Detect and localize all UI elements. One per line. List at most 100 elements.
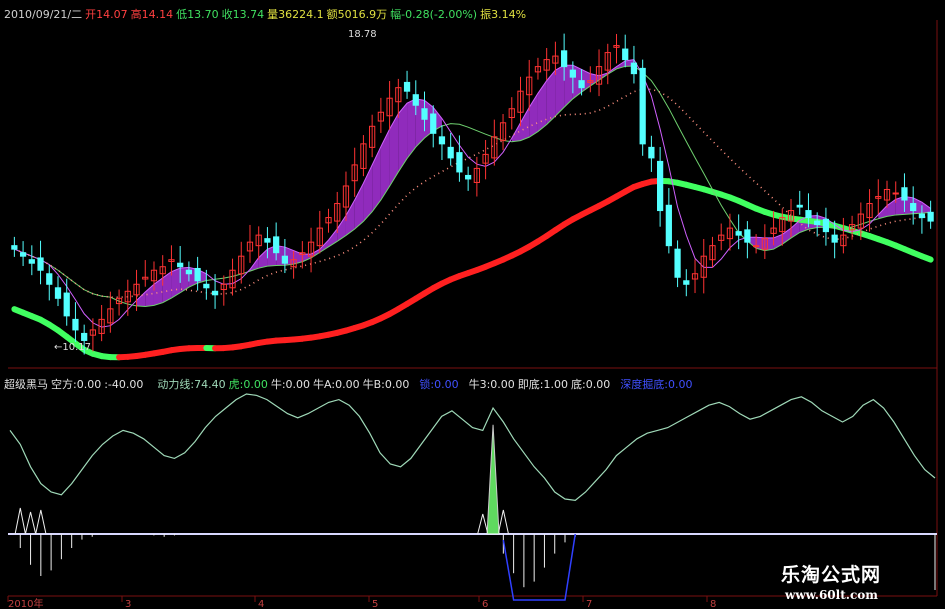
instant-label: 即底: [517, 378, 544, 391]
low-annotation: ←10.17 [54, 342, 92, 353]
x-axis: 2010年 3 4 5 6 7 8 [7, 596, 716, 609]
candle-body [46, 273, 53, 285]
bullA-label: 牛A: [313, 378, 336, 391]
candle-body [735, 231, 742, 236]
candle-body [657, 160, 664, 212]
candle-body [11, 245, 18, 250]
candle-body [203, 283, 210, 289]
signal-peak [35, 509, 47, 535]
candle-body [211, 290, 219, 296]
candle-body [264, 238, 271, 243]
tiger-spike [486, 424, 500, 535]
ma-fill-segment [389, 113, 399, 187]
ma-fill-segment [782, 228, 792, 245]
deep-label: 深度掘底: [620, 378, 668, 391]
high-annotation: 18.78 [348, 29, 377, 40]
x-tick-label: 3 [125, 599, 131, 609]
long-ma-segment [918, 253, 934, 263]
ma-fill-segment [380, 129, 390, 201]
deep-bottom-line [502, 533, 577, 601]
candle-body [421, 108, 428, 120]
candle-body [892, 192, 899, 195]
bullB-label: 牛B: [362, 378, 385, 391]
header-close-label: 收 [221, 8, 233, 21]
candle-body [412, 94, 419, 106]
candle-body [744, 229, 751, 243]
watermark-site-url: www.60lt.com [785, 588, 878, 602]
candle-body [19, 252, 27, 257]
candle-body [918, 213, 926, 219]
ma-fill-segment [258, 249, 268, 269]
x-tick-label: 4 [258, 599, 264, 609]
signal-peak [24, 511, 37, 535]
x-tick-label: 2010年 [8, 597, 43, 609]
moving-average-layer [11, 59, 934, 361]
candle-body [430, 113, 437, 134]
chart-grid [8, 20, 938, 597]
header-low: 13.70 [187, 8, 219, 21]
bull3-value: 0.00 [490, 378, 515, 391]
candle-body [630, 62, 638, 75]
header-amplitude: 3.14% [491, 8, 527, 21]
candle-body [281, 255, 289, 264]
signal-peak [497, 509, 509, 535]
empty-label: 空方: [51, 378, 77, 391]
dotted-ma-line [14, 88, 931, 299]
candle-body [465, 174, 472, 180]
candle-body [403, 81, 411, 92]
header-low-label: 低 [176, 8, 188, 21]
header-high: 14.14 [141, 8, 174, 21]
empty-value: 0.00 [76, 378, 102, 391]
header-volume-label: 量 [267, 8, 279, 21]
lock-value: 0.00 [434, 378, 459, 391]
header-high-label: 高 [130, 8, 142, 21]
header-close: 13.74 [232, 8, 265, 21]
ma-fill-segment [302, 254, 312, 262]
header-open: 14.07 [96, 8, 128, 21]
candle-body [438, 136, 446, 145]
candle-body [674, 248, 681, 278]
tiger-value: 0.00 [243, 378, 268, 391]
header-amplitude-label: 振 [480, 8, 492, 21]
x-tick-label: 7 [586, 599, 592, 609]
candle-body [648, 146, 655, 159]
indicator-legend: 超级黑马 空方:0.00:-40.00 动力线:74.40 虎:0.00 牛:0.00 牛… [4, 376, 695, 392]
bull-value: 0.00 [285, 378, 311, 391]
bullA-value: 0.00 [335, 378, 360, 391]
tiger-label: 虎: [228, 378, 244, 391]
header-amount: 5016.9万 [337, 8, 388, 21]
x-tick-label: 6 [482, 599, 488, 609]
candle-body [752, 245, 760, 248]
candle-body [447, 146, 454, 159]
candle-body [831, 234, 838, 243]
x-tick-label: 5 [372, 599, 378, 609]
quote-header: 2010/09/21/二 开14.07 高14.14 低13.70 收13.74 量362… [4, 6, 529, 22]
candle-body [185, 269, 193, 275]
candle-body [639, 67, 646, 145]
ma-fill-segment [162, 271, 172, 303]
candle-body [72, 318, 79, 331]
header-volume: 36224.1 [278, 8, 324, 21]
candle-body [901, 187, 908, 201]
candle-body [796, 204, 803, 208]
candle-body [622, 48, 629, 61]
candle-body [822, 218, 830, 233]
candle-body [569, 69, 576, 78]
candle-body [805, 210, 812, 219]
bullB-value: 0.00 [384, 378, 410, 391]
candle-body [665, 204, 672, 247]
header-amount-label: 额 [326, 8, 338, 21]
watermark-site-name: 乐淘公式网 [781, 564, 882, 586]
ma-fill-segment [537, 80, 547, 132]
neg-value: :-40.00 [104, 378, 144, 391]
instant-value: 1.00 [543, 378, 569, 391]
candle-body [81, 332, 88, 341]
candle-body [814, 220, 821, 226]
candle-body [177, 262, 184, 268]
candle-body [54, 287, 62, 299]
candle-body [561, 50, 568, 68]
signal-peak [14, 507, 26, 535]
stock-chart: 2010年 3 4 5 6 7 8 [7, 20, 938, 609]
ma-fill-segment [546, 70, 556, 125]
power-value: 74.40 [194, 378, 226, 391]
